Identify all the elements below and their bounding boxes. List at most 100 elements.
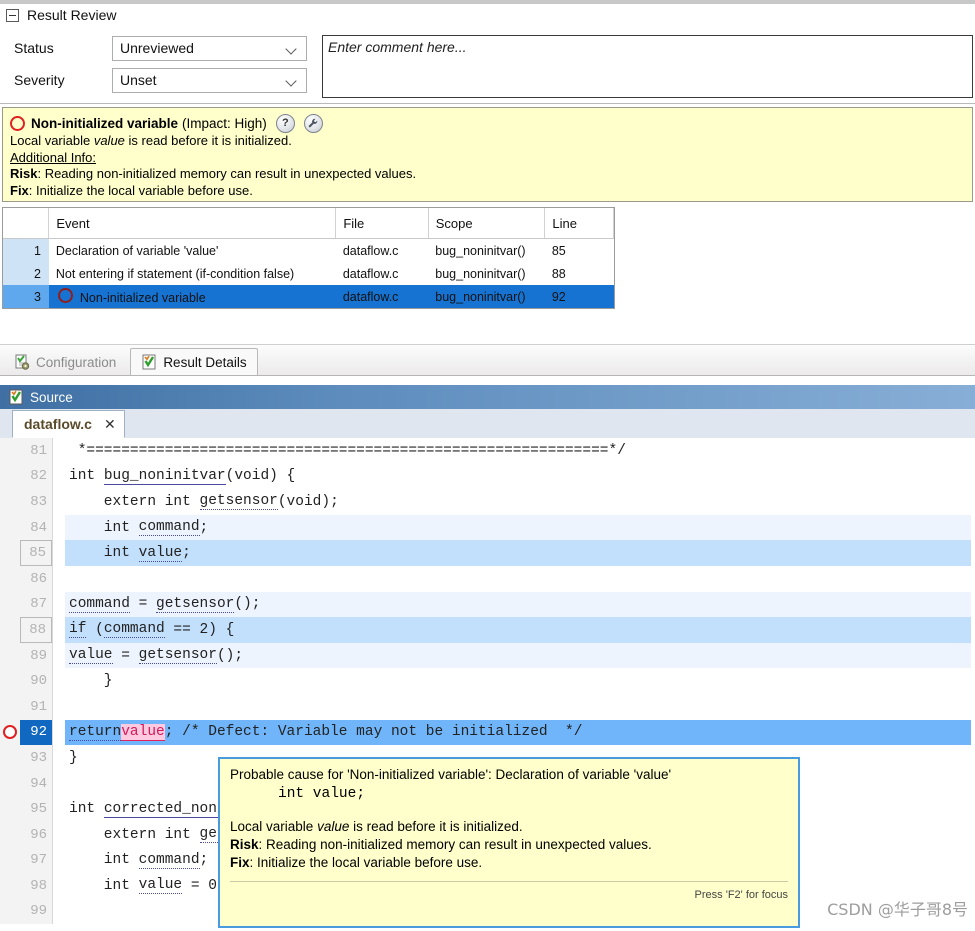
gutter-divider	[52, 514, 53, 541]
code-text[interactable]: int bug_noninitvar (void) {	[65, 464, 971, 490]
code-gutter-marker[interactable]	[0, 668, 20, 694]
code-gutter-marker[interactable]	[0, 617, 20, 643]
table-row[interactable]: 2 Not entering if statement (if-condition…	[3, 262, 614, 285]
table-row[interactable]: 3 Non-initialized variable dataflow.c bug_n…	[3, 285, 614, 308]
code-gutter-marker[interactable]	[0, 770, 20, 797]
code-text[interactable]: }	[65, 668, 971, 694]
event-trace-table[interactable]: Event File Scope Line 1 Declaration of va…	[2, 207, 615, 309]
risk-text: : Reading non-initialized memory can res…	[37, 166, 417, 181]
comment-input[interactable]: Enter comment here...	[322, 35, 973, 98]
severity-value: Unset	[120, 72, 157, 88]
code-line[interactable]: 86	[0, 565, 975, 592]
code-gutter-marker[interactable]	[0, 642, 20, 669]
close-icon[interactable]: ✕	[104, 417, 116, 431]
column-header-event[interactable]: Event	[48, 208, 337, 239]
line-number: 84	[20, 514, 52, 541]
code-gutter-marker[interactable]	[0, 719, 20, 746]
gutter-gap	[52, 873, 65, 899]
gutter-divider	[52, 745, 53, 771]
tooltip-fix-text: : Initialize the local variable before u…	[249, 855, 483, 870]
code-line[interactable]: 89 value = getsensor ();	[0, 642, 975, 669]
code-gutter-marker[interactable]	[0, 489, 20, 515]
code-gutter-marker[interactable]	[0, 514, 20, 541]
severity-select[interactable]: Unset	[112, 67, 307, 93]
code-gutter-marker[interactable]	[0, 898, 20, 925]
gutter-gap	[52, 438, 65, 464]
view-tab-bar: Configuration Result Details	[0, 344, 975, 376]
code-line[interactable]: 90 }	[0, 668, 975, 694]
line-number: 95	[20, 796, 52, 822]
code-gutter-marker[interactable]	[0, 821, 20, 848]
defect-title-row: Non-initialized variable (Impact: High) …	[10, 113, 965, 133]
column-header-index[interactable]	[3, 208, 50, 239]
gutter-divider	[52, 693, 53, 720]
code-line[interactable]: 82 int bug_noninitvar (void) {	[0, 463, 975, 490]
table-row[interactable]: 1 Declaration of variable 'value' dataflow…	[3, 238, 614, 262]
code-text[interactable]: *=======================================…	[65, 438, 971, 464]
review-form-fields: Status Unreviewed Severity Unset	[0, 32, 320, 98]
code-line[interactable]: 81 *====================================…	[0, 438, 975, 464]
code-line[interactable]: 91	[0, 693, 975, 720]
gutter-divider	[52, 796, 53, 822]
code-gutter-marker[interactable]	[0, 745, 20, 771]
line-number: 88	[20, 617, 52, 643]
line-number: 82	[20, 463, 52, 490]
tab-configuration-label: Configuration	[36, 354, 117, 370]
code-gutter-marker[interactable]	[0, 693, 20, 720]
gutter-gap	[52, 847, 65, 874]
status-select[interactable]: Unreviewed	[112, 35, 307, 61]
code-gutter-marker[interactable]	[0, 438, 20, 464]
line-number: 94	[20, 770, 52, 797]
code-gutter-marker[interactable]	[0, 873, 20, 899]
defect-risk: Risk: Reading non-initialized memory can…	[10, 166, 965, 183]
gutter-gap	[52, 617, 65, 643]
code-line[interactable]: 85 int value;	[0, 540, 975, 566]
gutter-divider	[52, 463, 53, 490]
code-text[interactable]	[65, 566, 971, 592]
code-tooltip: Probable cause for 'Non-initialized vari…	[218, 757, 800, 928]
defect-marker-icon[interactable]	[3, 725, 17, 740]
gutter-divider	[52, 719, 53, 746]
code-line[interactable]: 84 int command;	[0, 514, 975, 541]
column-header-file[interactable]: File	[335, 208, 429, 239]
code-line[interactable]: 92 return value; /* Defect: Variable may…	[0, 719, 975, 746]
code-text[interactable]: int command;	[65, 514, 971, 541]
defect-fix: Fix: Initialize the local variable befor…	[10, 183, 965, 200]
code-text[interactable]: int value;	[65, 540, 971, 566]
tooltip-desc-post: is read before it is initialized.	[349, 819, 523, 834]
code-text[interactable]: extern int getsensor(void);	[65, 489, 971, 515]
code-text[interactable]: value = getsensor ();	[65, 642, 971, 669]
code-text[interactable]: if (command == 2) {	[65, 617, 971, 643]
gutter-gap	[52, 514, 65, 541]
code-text[interactable]	[65, 694, 971, 720]
tab-configuration[interactable]: Configuration	[4, 349, 126, 375]
code-text[interactable]: return value; /* Defect: Variable may no…	[65, 719, 971, 746]
code-gutter-marker[interactable]	[0, 796, 20, 822]
wrench-icon[interactable]	[303, 113, 323, 133]
cell-scope: bug_noninitvar()	[435, 243, 526, 258]
question-mark-icon[interactable]: ?	[275, 113, 295, 133]
code-gutter-marker[interactable]	[0, 463, 20, 490]
document-tab-dataflow-c[interactable]: dataflow.c ✕	[12, 410, 125, 438]
line-number: 89	[20, 642, 52, 669]
line-number: 96	[20, 821, 52, 848]
minus-box-icon[interactable]	[6, 8, 19, 22]
code-gutter-marker[interactable]	[0, 591, 20, 618]
status-value: Unreviewed	[120, 40, 194, 56]
column-header-scope[interactable]: Scope	[428, 208, 546, 239]
code-gutter-marker[interactable]	[0, 540, 20, 566]
red-circle-icon	[10, 115, 25, 131]
code-line[interactable]: 87 command = getsensor ();	[0, 591, 975, 618]
line-number: 87	[20, 591, 52, 618]
tab-result-details[interactable]: Result Details	[130, 348, 258, 375]
code-gutter-marker[interactable]	[0, 847, 20, 874]
gutter-divider	[52, 770, 53, 797]
line-number: 85	[20, 540, 52, 566]
tooltip-description: Local variable value is read before it i…	[230, 818, 788, 836]
code-gutter-marker[interactable]	[0, 565, 20, 592]
cell-scope: bug_noninitvar()	[435, 266, 526, 281]
code-text[interactable]: command = getsensor ();	[65, 591, 971, 618]
code-line[interactable]: 83 extern int getsensor (void);	[0, 489, 975, 515]
code-line[interactable]: 88 if (command == 2) {	[0, 617, 975, 643]
column-header-line[interactable]: Line	[544, 208, 614, 239]
